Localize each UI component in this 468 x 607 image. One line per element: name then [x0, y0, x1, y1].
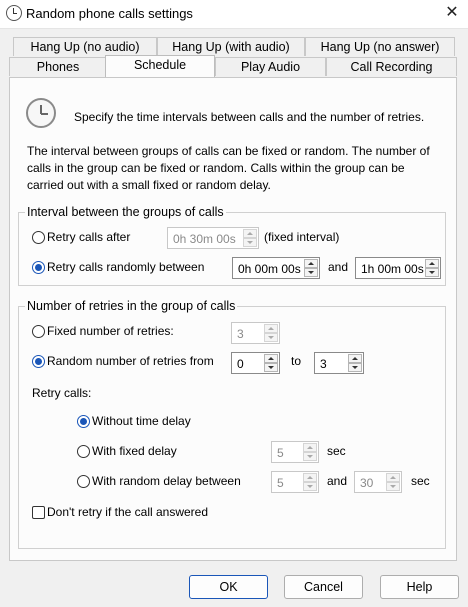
tab-hang-up-no-answer[interactable]: Hang Up (no answer)	[305, 37, 455, 56]
random-delay-to-value: 30	[360, 476, 374, 490]
random-to-down-arrow-icon[interactable]	[425, 268, 439, 277]
fixed-delay-sec-label: sec	[327, 444, 346, 458]
title-bar: Random phone calls settings ✕	[0, 0, 468, 29]
random-delay-radio[interactable]	[77, 475, 90, 488]
random-delay-sec-label: sec	[411, 474, 430, 488]
tab-schedule[interactable]: Schedule	[105, 55, 215, 77]
random-delay-from-up-arrow-icon[interactable]	[303, 473, 317, 482]
fixed-retries-value: 3	[237, 327, 244, 341]
fixed-delay-label[interactable]: With fixed delay	[92, 444, 177, 458]
random-retries-from-up-arrow-icon[interactable]	[264, 354, 278, 363]
tab-hang-up-with-audio[interactable]: Hang Up (with audio)	[157, 37, 305, 56]
fixed-delay-stepper[interactable]: 5	[271, 441, 319, 463]
random-from-value: 0h 00m 00s	[238, 262, 301, 276]
retry-after-label[interactable]: Retry calls after	[47, 230, 130, 244]
retry-randomly-label[interactable]: Retry calls randomly between	[47, 260, 204, 274]
interval-and-label: and	[328, 260, 349, 274]
fixed-retries-label[interactable]: Fixed number of retries:	[47, 324, 174, 338]
tab-call-recording[interactable]: Call Recording	[326, 57, 457, 76]
retry-randomly-radio[interactable]	[32, 261, 45, 274]
random-delay-and-label: and	[327, 474, 348, 488]
random-from-stepper[interactable]: 0h 00m 00s	[232, 257, 320, 279]
fixed-delay-up-arrow-icon[interactable]	[303, 443, 317, 452]
fixed-interval-up-arrow-icon[interactable]	[243, 229, 257, 238]
fixed-interval-value: 0h 30m 00s	[173, 232, 236, 246]
fixed-retries-down-arrow-icon[interactable]	[264, 333, 278, 342]
random-retries-to-down-arrow-icon[interactable]	[348, 363, 362, 372]
random-retries-to-up-arrow-icon[interactable]	[348, 354, 362, 363]
fixed-retries-radio[interactable]	[32, 325, 45, 338]
ok-button[interactable]: OK	[189, 575, 268, 599]
fixed-delay-value: 5	[277, 446, 284, 460]
clock-app-icon	[6, 5, 22, 21]
fixed-retries-up-arrow-icon[interactable]	[264, 324, 278, 333]
random-to-stepper[interactable]: 1h 00m 00s	[355, 257, 441, 279]
clock-icon	[26, 98, 56, 128]
dont-retry-checkbox[interactable]	[32, 506, 45, 519]
retries-to-label: to	[291, 354, 302, 368]
retry-after-radio[interactable]	[32, 231, 45, 244]
fixed-delay-down-arrow-icon[interactable]	[303, 452, 317, 461]
window-title: Random phone calls settings	[26, 6, 193, 21]
fixed-delay-radio[interactable]	[77, 445, 90, 458]
help-button[interactable]: Help	[380, 575, 459, 599]
random-retries-radio[interactable]	[32, 355, 45, 368]
random-retries-from-down-arrow-icon[interactable]	[264, 363, 278, 372]
tab-play-audio[interactable]: Play Audio	[215, 57, 326, 76]
random-delay-to-up-arrow-icon[interactable]	[386, 473, 400, 482]
random-retries-to-value: 3	[320, 357, 327, 371]
retry-calls-label: Retry calls:	[32, 386, 92, 400]
fixed-retries-stepper[interactable]: 3	[231, 322, 280, 344]
random-retries-label[interactable]: Random number of retries from	[47, 354, 214, 368]
random-retries-from-value: 0	[237, 357, 244, 371]
close-button[interactable]: ✕	[440, 2, 464, 24]
random-delay-label[interactable]: With random delay between	[92, 474, 241, 488]
retries-group-legend: Number of retries in the group of calls	[27, 299, 236, 313]
random-delay-to-stepper[interactable]: 30	[354, 471, 402, 493]
intro-paragraph: The interval between groups of calls can…	[27, 144, 430, 192]
fixed-interval-note: (fixed interval)	[264, 230, 340, 244]
random-delay-from-down-arrow-icon[interactable]	[303, 482, 317, 491]
random-to-up-arrow-icon[interactable]	[425, 259, 439, 268]
random-delay-from-value: 5	[277, 476, 284, 490]
fixed-interval-down-arrow-icon[interactable]	[243, 238, 257, 247]
dont-retry-label[interactable]: Don't retry if the call answered	[47, 505, 208, 519]
random-from-down-arrow-icon[interactable]	[304, 268, 318, 277]
without-delay-label[interactable]: Without time delay	[92, 414, 191, 428]
tab-hang-up-no-audio[interactable]: Hang Up (no audio)	[13, 37, 157, 56]
random-from-up-arrow-icon[interactable]	[304, 259, 318, 268]
cancel-button[interactable]: Cancel	[284, 575, 363, 599]
without-delay-radio[interactable]	[77, 415, 90, 428]
random-retries-from-stepper[interactable]: 0	[231, 352, 280, 374]
random-to-value: 1h 00m 00s	[361, 262, 424, 276]
random-delay-to-down-arrow-icon[interactable]	[386, 482, 400, 491]
fixed-interval-stepper[interactable]: 0h 30m 00s	[167, 227, 259, 249]
tab-phones[interactable]: Phones	[9, 57, 107, 76]
intro-heading: Specify the time intervals between calls…	[74, 110, 425, 124]
interval-group-legend: Interval between the groups of calls	[27, 205, 224, 219]
random-retries-to-stepper[interactable]: 3	[314, 352, 364, 374]
random-delay-from-stepper[interactable]: 5	[271, 471, 319, 493]
